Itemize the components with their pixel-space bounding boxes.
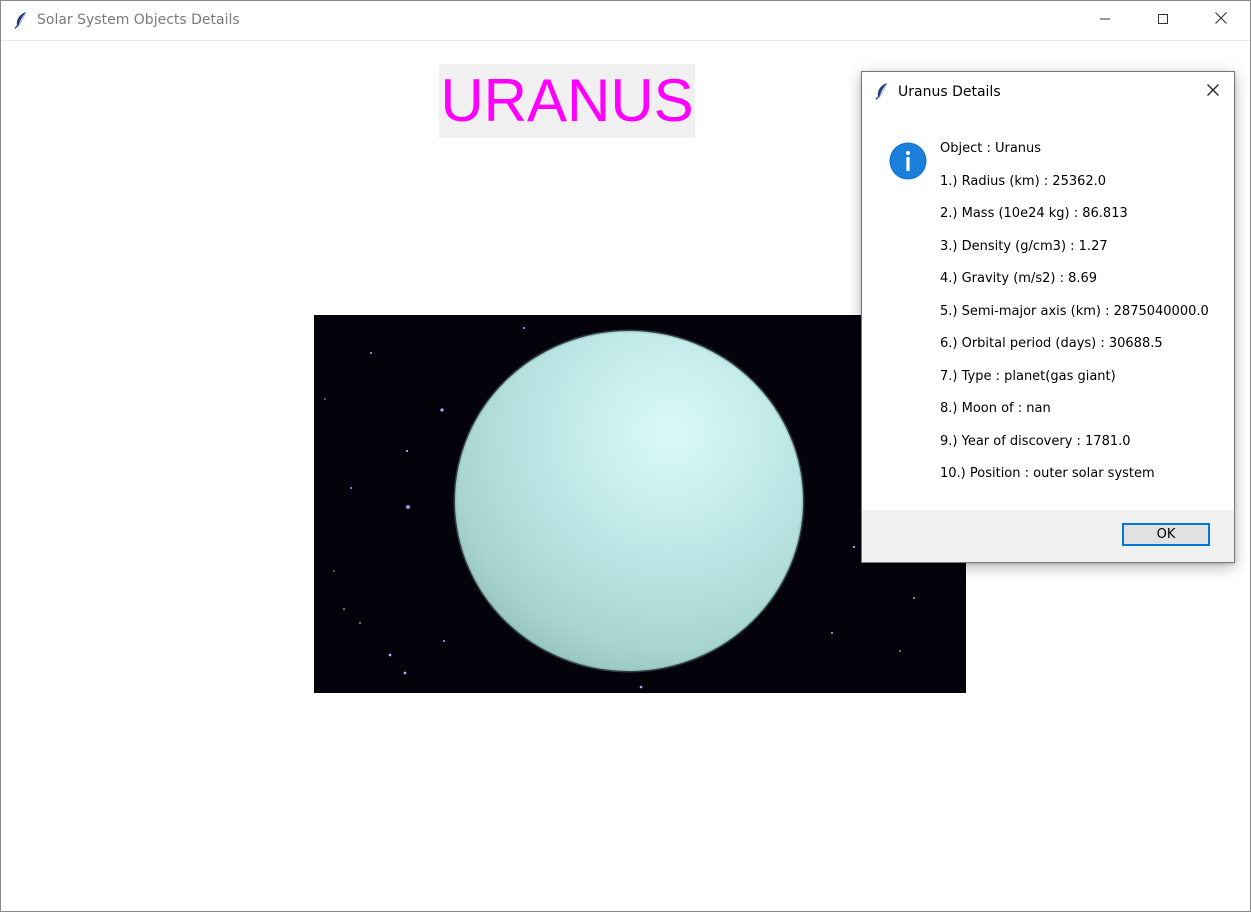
info-icon xyxy=(889,142,927,180)
dialog-title: Uranus Details xyxy=(898,84,1001,100)
detail-moon-of: 8.) Moon of : nan xyxy=(940,401,1051,416)
planet-name-label: URANUS xyxy=(439,64,695,138)
detail-position: 10.) Position : outer solar system xyxy=(940,466,1155,481)
detail-year-of-discovery: 9.) Year of discovery : 1781.0 xyxy=(940,433,1131,449)
close-button[interactable] xyxy=(1192,1,1250,40)
detail-object: Object : Uranus xyxy=(940,141,1042,156)
dialog-footer: OK xyxy=(862,510,1234,562)
dialog-title-bar[interactable]: Uranus Details xyxy=(862,72,1234,112)
minimize-button[interactable] xyxy=(1076,1,1134,40)
feather-icon xyxy=(874,82,890,100)
detail-mass: 2.) Mass (10e24 kg) : 86.813 xyxy=(940,206,1128,221)
detail-density: 3.) Density (g/cm3) : 1.27 xyxy=(940,238,1108,254)
detail-type: 7.) Type : planet(gas giant) xyxy=(940,368,1116,384)
detail-lines: Object : Uranus 1.) Radius (km) : 25362.… xyxy=(940,140,1230,498)
close-icon xyxy=(1206,83,1220,102)
window-title: Solar System Objects Details xyxy=(37,12,240,28)
dialog-close-button[interactable] xyxy=(1192,72,1234,112)
feather-icon xyxy=(13,11,29,29)
title-bar[interactable]: Solar System Objects Details xyxy=(1,1,1250,41)
detail-semi-major-axis: 5.) Semi-major axis (km) : 2875040000.0 xyxy=(940,303,1209,319)
close-icon xyxy=(1214,11,1228,30)
detail-orbital-period: 6.) Orbital period (days) : 30688.5 xyxy=(940,336,1163,351)
details-dialog: Uranus Details Object : Uranus 1.) Radiu… xyxy=(861,71,1235,563)
minimize-icon xyxy=(1099,12,1111,30)
maximize-button[interactable] xyxy=(1134,1,1192,40)
detail-gravity: 4.) Gravity (m/s2) : 8.69 xyxy=(940,271,1098,286)
maximize-icon xyxy=(1157,12,1169,30)
detail-radius: 1.) Radius (km) : 25362.0 xyxy=(940,173,1107,189)
ok-button[interactable]: OK xyxy=(1122,523,1210,546)
